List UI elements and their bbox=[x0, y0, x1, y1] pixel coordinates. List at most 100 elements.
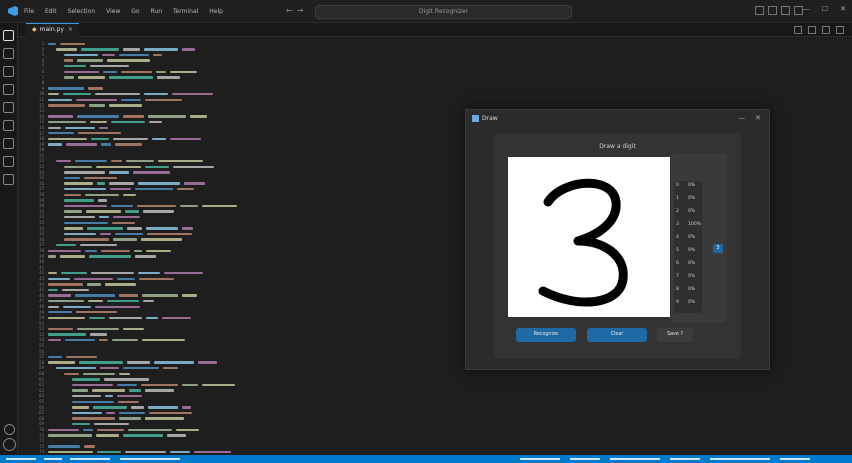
customize-layout-icon[interactable] bbox=[794, 6, 803, 15]
probability-value: 0% bbox=[688, 287, 696, 292]
probability-row: 7 0% bbox=[674, 272, 702, 282]
close-button[interactable]: ✕ bbox=[840, 5, 846, 13]
code-area[interactable] bbox=[48, 41, 468, 455]
activity-bar bbox=[0, 23, 18, 455]
window-controls: — ☐ ✕ bbox=[803, 5, 846, 13]
status-item[interactable] bbox=[520, 458, 560, 460]
probability-digit: 2 bbox=[676, 209, 679, 214]
probability-row: 1 0% bbox=[674, 194, 702, 204]
status-item[interactable] bbox=[70, 458, 110, 460]
explorer-icon[interactable] bbox=[3, 30, 14, 41]
probability-row: 3 100% bbox=[674, 220, 702, 230]
drawing-canvas[interactable] bbox=[508, 157, 670, 317]
probability-value: 0% bbox=[688, 209, 696, 214]
nav-arrows[interactable]: ←→ bbox=[286, 6, 307, 15]
probability-row: 8 0% bbox=[674, 285, 702, 295]
editor-actions bbox=[794, 26, 844, 34]
tab-main-py[interactable]: ◆ main.py × bbox=[26, 23, 79, 37]
menu-go[interactable]: Go bbox=[131, 8, 139, 15]
probability-panel: 0 0% 1 0% 2 0% 3 100% 4 0% 5 0% 6 0% 7 0% 8 0% 9 0% 3 bbox=[671, 153, 727, 323]
probability-value: 0% bbox=[688, 196, 696, 201]
probability-value: 0% bbox=[688, 183, 696, 188]
settings-gear-icon[interactable] bbox=[3, 438, 16, 451]
docker-icon[interactable] bbox=[3, 174, 14, 185]
editor-tab-bar: ◆ main.py × bbox=[18, 23, 852, 37]
probability-digit: 0 bbox=[676, 183, 679, 188]
minimize-button[interactable]: — bbox=[803, 5, 810, 13]
python-icon[interactable] bbox=[3, 156, 14, 167]
prediction-badge: 3 bbox=[713, 244, 723, 253]
app-title-bar: Draw bbox=[472, 115, 498, 122]
probability-digit: 5 bbox=[676, 248, 679, 253]
line-number-gutter: 1 2 3 4 5 6 7 8 9 10 11 12 13 14 15 16 17 18 19 20 21 22 23 24 2… bbox=[24, 41, 44, 455]
probability-digit: 9 bbox=[676, 300, 679, 305]
layout-controls bbox=[755, 6, 803, 15]
probability-row: 4 0% bbox=[674, 233, 702, 243]
menu-terminal[interactable]: Terminal bbox=[173, 8, 198, 15]
menu-run[interactable]: Run bbox=[151, 8, 163, 15]
status-item[interactable] bbox=[780, 458, 810, 460]
menu-edit[interactable]: Edit bbox=[45, 8, 57, 15]
probability-value: 0% bbox=[688, 274, 696, 279]
account-icon[interactable] bbox=[4, 424, 15, 435]
probability-list: 0 0% 1 0% 2 0% 3 100% 4 0% 5 0% 6 0% 7 0% 8 0% 9 0% bbox=[674, 181, 702, 313]
status-item[interactable] bbox=[6, 458, 36, 460]
testing-icon[interactable] bbox=[3, 138, 14, 149]
forward-arrow-icon[interactable]: → bbox=[297, 6, 308, 15]
status-item[interactable] bbox=[570, 458, 600, 460]
status-item[interactable] bbox=[670, 458, 700, 460]
tab-label: main.py bbox=[39, 26, 64, 33]
probability-row: 5 0% bbox=[674, 246, 702, 256]
app-close-button[interactable]: ✕ bbox=[755, 114, 761, 122]
probability-digit: 8 bbox=[676, 287, 679, 292]
status-item[interactable] bbox=[710, 458, 770, 460]
toggle-secondary-sidebar-icon[interactable] bbox=[781, 6, 790, 15]
app-title: Draw bbox=[482, 115, 498, 122]
debug-file-icon[interactable] bbox=[808, 26, 816, 34]
back-arrow-icon[interactable]: ← bbox=[286, 6, 297, 15]
vscode-logo-icon bbox=[8, 6, 18, 16]
command-center-search[interactable]: Digit Recognizer bbox=[315, 5, 572, 19]
app-window-controls: — ✕ bbox=[738, 114, 761, 122]
tab-close-icon[interactable]: × bbox=[68, 26, 73, 33]
digit-recognizer-window: Draw — ✕ Draw a digit 0 0% 1 0% 2 0% 3 100% 4 0% 5… bbox=[465, 109, 770, 370]
more-actions-icon[interactable] bbox=[836, 26, 844, 34]
probability-digit: 1 bbox=[676, 196, 679, 201]
app-header: Draw a digit bbox=[599, 143, 636, 150]
split-editor-icon[interactable] bbox=[822, 26, 830, 34]
menu-help[interactable]: Help bbox=[209, 8, 223, 15]
menu-view[interactable]: View bbox=[106, 8, 120, 15]
run-file-icon[interactable] bbox=[794, 26, 802, 34]
status-item[interactable] bbox=[610, 458, 660, 460]
probability-value: 0% bbox=[688, 261, 696, 266]
probability-row: 2 0% bbox=[674, 207, 702, 217]
menu-selection[interactable]: Selection bbox=[68, 8, 96, 15]
status-item[interactable] bbox=[120, 458, 180, 460]
menu-file[interactable]: File bbox=[24, 8, 34, 15]
extensions-icon[interactable] bbox=[3, 102, 14, 113]
probability-value: 0% bbox=[688, 248, 696, 253]
app-minimize-button[interactable]: — bbox=[738, 114, 745, 122]
python-file-icon: ◆ bbox=[32, 26, 37, 33]
toggle-panel-icon[interactable] bbox=[768, 6, 777, 15]
remote-explorer-icon[interactable] bbox=[3, 120, 14, 131]
maximize-button[interactable]: ☐ bbox=[822, 5, 828, 13]
probability-row: 9 0% bbox=[674, 298, 702, 308]
probability-digit: 7 bbox=[676, 274, 679, 279]
clear-button[interactable]: Clear bbox=[587, 328, 647, 342]
status-item[interactable] bbox=[44, 458, 62, 460]
title-bar: File Edit Selection View Go Run Terminal… bbox=[0, 0, 852, 23]
source-control-icon[interactable] bbox=[3, 66, 14, 77]
status-bar bbox=[0, 455, 852, 463]
recognize-button[interactable]: Recognize bbox=[516, 328, 576, 342]
toggle-sidebar-icon[interactable] bbox=[755, 6, 764, 15]
menu-bar: File Edit Selection View Go Run Terminal… bbox=[24, 8, 232, 15]
save-button[interactable]: Save ? bbox=[657, 328, 693, 342]
probability-value: 0% bbox=[688, 235, 696, 240]
probability-row: 0 0% bbox=[674, 181, 702, 191]
run-debug-icon[interactable] bbox=[3, 84, 14, 95]
probability-value: 100% bbox=[688, 222, 702, 227]
drawn-digit-stroke bbox=[538, 178, 628, 307]
probability-digit: 3 bbox=[676, 222, 679, 227]
search-icon[interactable] bbox=[3, 48, 14, 59]
